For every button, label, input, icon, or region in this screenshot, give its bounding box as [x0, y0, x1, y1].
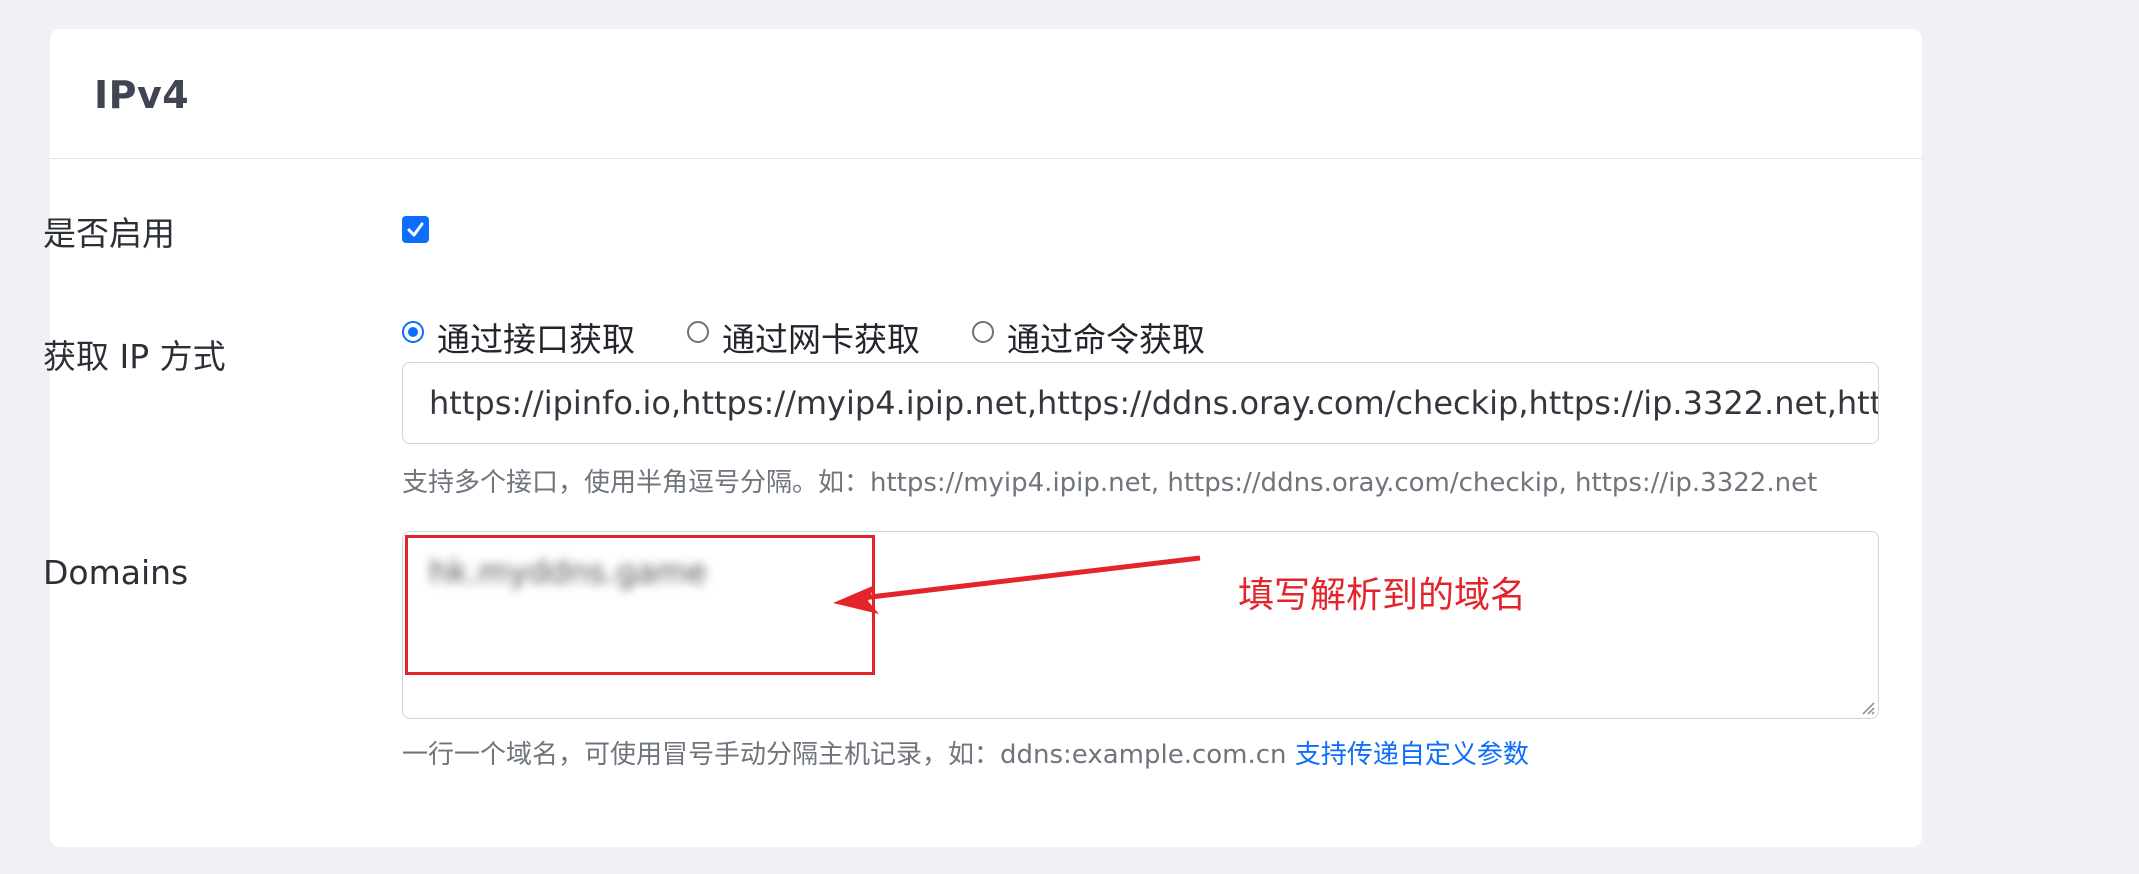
- ip-method-label: 获取 IP 方式: [43, 337, 226, 376]
- radio-label: 通过命令获取: [1007, 320, 1205, 359]
- card-title: IPv4: [94, 73, 190, 117]
- custom-params-link[interactable]: 支持传递自定义参数: [1295, 740, 1529, 770]
- ip-url-input[interactable]: https://ipinfo.io,https://myip4.ipip.net…: [402, 362, 1879, 444]
- radio-label: 通过接口获取: [437, 320, 635, 359]
- resize-grip-icon[interactable]: [1859, 699, 1875, 715]
- enable-label: 是否启用: [43, 214, 175, 253]
- domains-help: 一行一个域名，可使用冒号手动分隔主机记录，如：ddns:example.com.…: [402, 734, 1529, 771]
- radio-button-checked[interactable]: [402, 321, 424, 343]
- enable-checkbox[interactable]: [402, 216, 429, 243]
- domains-help-text: 一行一个域名，可使用冒号手动分隔主机记录，如：ddns:example.com.…: [402, 740, 1295, 770]
- annotation-text: 填写解析到的域名: [1238, 575, 1527, 616]
- ip-url-help: 支持多个接口，使用半角逗号分隔。如：https://myip4.ipip.net…: [402, 468, 1818, 498]
- annotation-highlight-box: [405, 535, 875, 675]
- check-icon: [407, 222, 424, 237]
- card-header: IPv4: [50, 29, 1922, 159]
- domains-label: Domains: [43, 553, 189, 592]
- radio-button[interactable]: [687, 321, 709, 343]
- radio-label: 通过网卡获取: [722, 320, 920, 359]
- radio-button[interactable]: [972, 321, 994, 343]
